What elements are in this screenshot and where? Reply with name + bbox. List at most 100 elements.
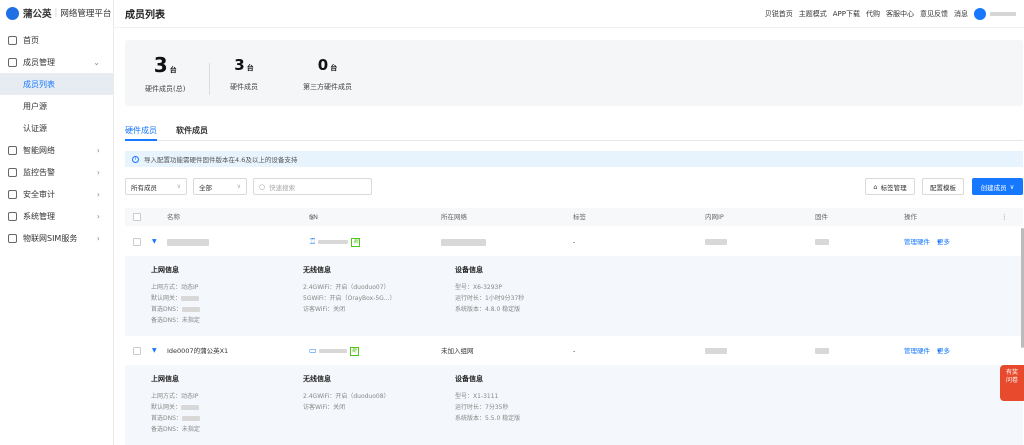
chevron-right-icon: › (96, 189, 100, 199)
tag-icon: ⌂ (873, 182, 878, 191)
member-network: 未加入组网 (441, 347, 474, 355)
chevron-right-icon: › (96, 167, 100, 177)
member-firmware-redacted (815, 231, 829, 253)
manage-hardware-link[interactable]: 管理硬件 (904, 231, 930, 253)
more-actions-dropdown[interactable]: 更多 ▾ (937, 340, 950, 362)
detail-wireless-info: 无线信息 2.4GWiFi：开启（duoduo07） 5GWiFi：开启（Ora… (303, 266, 396, 313)
chevron-right-icon: › (96, 145, 100, 155)
stats-panel: 3台 硬件成员(总) 3台 硬件成员 0台 第三方硬件成员 (125, 40, 1023, 106)
col-ip: 内网IP (705, 213, 724, 221)
member-tag: - (573, 238, 576, 246)
table-row[interactable]: ▼ Ide0007的蒲公英X1 ▭ 新 未加入组网 - 管理硬件 更多 ▾ (125, 340, 1023, 362)
sidebar-item-home[interactable]: 首页 (0, 29, 113, 51)
link-purchase[interactable]: 代购 (866, 9, 880, 19)
filter-bar: 所有成员 ∨ 全部 ∨ ○ 快速搜索 ⌂ 标签管理 配置模板 创建成员 ∨ (125, 178, 1023, 196)
sidebar-item-member-list[interactable]: 成员列表 (0, 73, 113, 95)
info-icon: i (132, 155, 139, 163)
sidebar-item-audit[interactable]: 安全审计 › (0, 183, 113, 205)
detail-network-info: 上网信息 上网方式：动态IP 默认网关： 首选DNS： 备选DNS：未指定 (151, 266, 200, 324)
network-icon (8, 145, 17, 155)
search-input[interactable]: ○ 快速搜索 (253, 178, 372, 195)
member-sn: ♖ 新 (309, 231, 361, 253)
sidebar-item-user-source[interactable]: 用户源 (0, 95, 113, 117)
user-icon (8, 57, 17, 67)
detail-device-info: 设备信息 型号：X6-3293P 运行时长：1小时9分37秒 系统版本：4.8.… (455, 266, 525, 313)
config-template-button[interactable]: 配置模板 (922, 178, 964, 195)
tab-hardware-members[interactable]: 硬件成员 (125, 125, 157, 141)
new-badge: 新 (351, 237, 361, 247)
notice-text: 导入配置功能需硬件固件版本在4.6及以上的设备支持 (144, 156, 298, 164)
link-app-download[interactable]: APP下载 (833, 9, 860, 19)
table-row[interactable]: ▼ ♖ 新 - 管理硬件 更多 ▾ (125, 231, 1023, 253)
tag-management-button[interactable]: ⌂ 标签管理 (865, 178, 915, 195)
link-support[interactable]: 客服中心 (886, 9, 914, 19)
stat-hardware: 3台 硬件成员 (230, 56, 258, 91)
notice-bar: i 导入配置功能需硬件固件版本在4.6及以上的设备支持 (125, 151, 1023, 167)
sidebar-item-monitor[interactable]: 监控告警 › (0, 161, 113, 183)
member-name: Ide0007的蒲公英X1 (167, 347, 229, 355)
row-checkbox[interactable] (133, 347, 141, 355)
select-all-checkbox[interactable] (133, 213, 141, 221)
settings-icon (8, 211, 17, 221)
sidebar-item-smart-network[interactable]: 智能网络 › (0, 139, 113, 161)
create-member-button[interactable]: 创建成员 ∨ (972, 178, 1023, 195)
link-theme-mode[interactable]: 主题模式 (799, 9, 827, 19)
member-ip-redacted (705, 231, 727, 253)
avatar[interactable] (974, 8, 986, 20)
home-icon (8, 35, 17, 45)
link-oray-home[interactable]: 贝锐首页 (765, 9, 793, 19)
brand-icon (6, 6, 19, 20)
stat-total-hardware: 3台 硬件成员(总) (145, 53, 186, 93)
platform-name: 网络管理平台 (60, 9, 112, 19)
page-title: 成员列表 (125, 10, 165, 21)
chevron-down-icon: ∨ (176, 183, 181, 190)
status-filter-select[interactable]: 全部 ∨ (193, 178, 247, 195)
device-icon: ▭ (309, 346, 317, 355)
member-tabs: 硬件成员 软件成员 (125, 125, 1023, 141)
column-settings-icon[interactable]: ⋮ (1001, 208, 1008, 226)
link-messages[interactable]: 消息 (954, 9, 968, 19)
col-network: 所在网络 (441, 213, 467, 221)
search-icon: ○ (259, 182, 266, 191)
member-tag: - (573, 347, 576, 355)
chevron-down-icon: ⌄ (93, 57, 100, 67)
tab-software-members[interactable]: 软件成员 (176, 125, 208, 141)
more-actions-dropdown[interactable]: 更多 ▾ (937, 231, 950, 253)
detail-wireless-info: 无线信息 2.4GWiFi：开启（duoduo08） 访客WiFi：关闭 (303, 375, 390, 411)
sidebar-item-auth-source[interactable]: 认证源 (0, 117, 113, 139)
col-firmware: 固件 (815, 213, 828, 221)
eye-icon[interactable]: ◎ (309, 208, 315, 226)
row-checkbox[interactable] (133, 238, 141, 246)
top-links: 贝锐首页 主题模式 APP下载 代购 客服中心 意见反馈 消息 (759, 0, 1016, 28)
sidebar-item-member-management[interactable]: 成员管理 ⌄ (0, 51, 113, 73)
member-sn: ▭ 新 (309, 340, 359, 362)
monitor-icon (8, 167, 17, 177)
member-filter-select[interactable]: 所有成员 ∨ (125, 178, 187, 195)
col-tag: 标签 (573, 213, 586, 221)
sidebar-item-sim[interactable]: 物联网SIM服务 › (0, 227, 113, 249)
member-ip-redacted (705, 340, 727, 362)
app-logo[interactable]: 蒲公英 | 网络管理平台 (0, 0, 113, 26)
expand-toggle-icon[interactable]: ▼ (152, 231, 157, 253)
sidebar-nav: 首页 成员管理 ⌄ 成员列表 用户源 认证源 智能网络 › 监控告警 › 安全审计 › … (0, 29, 113, 249)
row-detail: 上网信息 上网方式：动态IP 默认网关： 首选DNS： 备选DNS：未指定 无线… (125, 365, 1023, 445)
chevron-down-icon: ∨ (1009, 182, 1015, 191)
table-header: 名称 SN ◎ 所在网络 标签 内网IP 固件 操作 ⋮ (125, 208, 1023, 226)
survey-float-button[interactable]: 有奖 问卷 (1000, 365, 1024, 401)
member-name-redacted (167, 231, 209, 253)
detail-network-info: 上网信息 上网方式：动态IP 默认网关： 首选DNS： 备选DNS：未指定 (151, 375, 200, 433)
chevron-down-icon: ∨ (236, 183, 241, 190)
chevron-right-icon: › (96, 233, 100, 243)
sidebar-item-system[interactable]: 系统管理 › (0, 205, 113, 227)
topbar: 成员列表 贝锐首页 主题模式 APP下载 代购 客服中心 意见反馈 消息 (114, 0, 1024, 28)
chevron-right-icon: › (96, 211, 100, 221)
col-name: 名称 (167, 213, 180, 221)
link-feedback[interactable]: 意见反馈 (920, 9, 948, 19)
sidebar: 蒲公英 | 网络管理平台 首页 成员管理 ⌄ 成员列表 用户源 认证源 智能网络 ›… (0, 0, 114, 445)
username-redacted[interactable] (990, 12, 1016, 16)
brand-name: 蒲公英 (23, 9, 52, 20)
sim-icon (8, 233, 17, 243)
member-firmware-redacted (815, 340, 829, 362)
manage-hardware-link[interactable]: 管理硬件 (904, 340, 930, 362)
expand-toggle-icon[interactable]: ▼ (152, 340, 157, 362)
